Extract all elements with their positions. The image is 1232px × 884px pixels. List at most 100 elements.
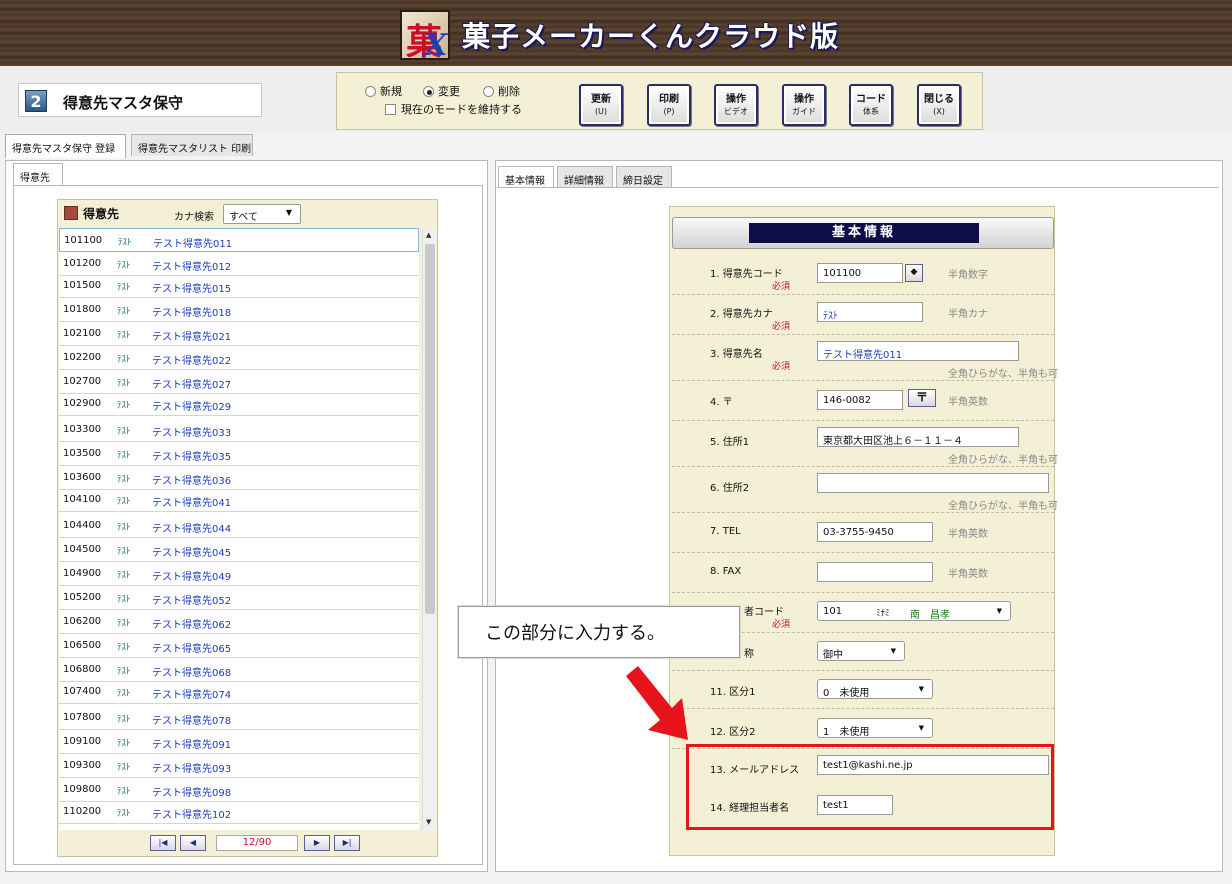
- first-page-button[interactable]: |◀: [150, 835, 176, 851]
- operation-guide-button[interactable]: 操作 ガイド: [782, 84, 826, 126]
- list-item[interactable]: 102200 ﾃｽﾄ テスト得意先022: [59, 346, 419, 370]
- screen-number-badge: 2: [25, 90, 47, 112]
- scroll-down-icon[interactable]: ▼: [426, 818, 431, 826]
- chevron-down-icon: ▼: [285, 208, 292, 217]
- close-button[interactable]: 閉じる (X): [917, 84, 961, 126]
- list-item-kana: ﾃｽﾄ: [117, 355, 131, 365]
- next-page-button[interactable]: ▶: [304, 835, 330, 851]
- tab-basic-info[interactable]: 基本情報: [498, 166, 554, 187]
- list-item[interactable]: 109300 ﾃｽﾄ テスト得意先093: [59, 754, 419, 778]
- tab-register[interactable]: 得意先マスタ保守 登録: [5, 134, 126, 158]
- list-item[interactable]: 101100 ﾃｽﾄ テスト得意先011: [59, 228, 419, 252]
- kana-search-label: カナ検索: [174, 212, 214, 223]
- list-item[interactable]: 103300 ﾃｽﾄ テスト得意先033: [59, 418, 419, 442]
- list-item-kana: ﾃｽﾄ: [117, 619, 131, 629]
- field-row-category1: 11. 区分1 0 未使用 ▼: [672, 671, 1054, 709]
- customer-kana-input[interactable]: ﾃｽﾄ: [817, 302, 923, 322]
- honorific-select[interactable]: 御中 ▼: [817, 641, 905, 661]
- list-item[interactable]: 103500 ﾃｽﾄ テスト得意先035: [59, 442, 419, 466]
- mode-radio-delete-label: 削除: [498, 85, 520, 98]
- list-item[interactable]: 102700 ﾃｽﾄ テスト得意先027: [59, 370, 419, 394]
- update-button[interactable]: 更新 (U): [579, 84, 623, 126]
- list-item-name: テスト得意先052: [152, 596, 232, 607]
- list-item-kana: ﾃｽﾄ: [117, 401, 131, 411]
- list-item-code: 106500: [63, 640, 102, 651]
- tab-detail-info[interactable]: 詳細情報: [557, 166, 613, 187]
- address2-hint: 全角ひらがな、半角も可: [948, 501, 1058, 512]
- customer-code-input[interactable]: 101100: [817, 263, 903, 283]
- list-item-code: 102100: [63, 328, 102, 339]
- radio-circle: [365, 86, 376, 97]
- customer-list: 101100 ﾃｽﾄ テスト得意先011 101200 ﾃｽﾄ テスト得意先012 1015…: [59, 228, 419, 830]
- mode-radio-new[interactable]: 新規: [365, 83, 402, 99]
- list-scrollbar[interactable]: ▲ ▼: [422, 228, 436, 830]
- list-item[interactable]: 101800 ﾃｽﾄ テスト得意先018: [59, 298, 419, 322]
- list-item[interactable]: 107400 ﾃｽﾄ テスト得意先074: [59, 680, 419, 704]
- postal-hint: 半角英数: [948, 397, 988, 408]
- list-item-kana: ﾃｽﾄ: [117, 451, 131, 461]
- code-lookup-button[interactable]: ◆: [905, 264, 923, 282]
- list-item-code: 102900: [63, 398, 102, 409]
- list-item[interactable]: 110200 ﾃｽﾄ テスト得意先102: [59, 800, 419, 824]
- prev-page-button[interactable]: ◀: [180, 835, 206, 851]
- list-item[interactable]: 109800 ﾃｽﾄ テスト得意先098: [59, 778, 419, 802]
- tab-print-list[interactable]: 得意先マスタリスト 印刷: [131, 134, 253, 156]
- list-item[interactable]: 106200 ﾃｽﾄ テスト得意先062: [59, 610, 419, 634]
- list-item-code: 101200: [63, 258, 102, 269]
- list-item[interactable]: 109100 ﾃｽﾄ テスト得意先091: [59, 730, 419, 754]
- list-item[interactable]: 107800 ﾃｽﾄ テスト得意先078: [59, 706, 419, 730]
- list-item[interactable]: 105200 ﾃｽﾄ テスト得意先052: [59, 586, 419, 610]
- keep-mode-checkbox[interactable]: 現在のモードを維持する: [385, 101, 522, 117]
- form-header: 基本情報: [672, 217, 1054, 249]
- list-item[interactable]: 104900 ﾃｽﾄ テスト得意先049: [59, 562, 419, 586]
- staff-code-select[interactable]: 101 ﾐﾅﾐ 南 昌孝 ▼: [817, 601, 1011, 621]
- list-item[interactable]: 101500 ﾃｽﾄ テスト得意先015: [59, 274, 419, 298]
- tel-hint: 半角英数: [948, 529, 988, 540]
- address2-input[interactable]: [817, 473, 1049, 493]
- code-system-button[interactable]: コード 体系: [849, 84, 893, 126]
- list-item[interactable]: 101200 ﾃｽﾄ テスト得意先012: [59, 252, 419, 276]
- category1-label: 11. 区分1: [710, 687, 756, 698]
- address1-input[interactable]: 東京都大田区池上６－１１－４: [817, 427, 1019, 447]
- list-item[interactable]: 103600 ﾃｽﾄ テスト得意先036: [59, 466, 419, 490]
- kana-search-select[interactable]: すべて ▼: [223, 204, 301, 224]
- tel-input[interactable]: 03-3755-9450: [817, 522, 933, 542]
- screen-title-box: 2 得意先マスタ保守: [18, 83, 262, 117]
- scroll-up-icon[interactable]: ▲: [426, 231, 431, 239]
- list-item-name: テスト得意先074: [152, 690, 232, 701]
- list-item-name: テスト得意先093: [152, 764, 232, 775]
- last-page-button[interactable]: ▶|: [334, 835, 360, 851]
- chevron-down-icon: ▼: [918, 685, 924, 693]
- page-indicator: 12/90: [216, 835, 298, 851]
- mode-radio-delete[interactable]: 削除: [483, 83, 520, 99]
- mode-radio-change[interactable]: 変更: [423, 83, 460, 99]
- print-button[interactable]: 印刷 (P): [647, 84, 691, 126]
- category2-select[interactable]: 1 未使用 ▼: [817, 718, 933, 738]
- tab-customer[interactable]: 得意先: [13, 163, 63, 185]
- list-item[interactable]: 106800 ﾃｽﾄ テスト得意先068: [59, 658, 419, 682]
- callout-box: この部分に入力する。: [458, 606, 740, 658]
- radio-circle: [483, 86, 494, 97]
- operation-video-button[interactable]: 操作 ビデオ: [714, 84, 758, 126]
- field-row-address2: 6. 住所2 全角ひらがな、半角も可: [672, 467, 1058, 513]
- fax-input[interactable]: [817, 562, 933, 582]
- postal-input[interactable]: 146-0082: [817, 390, 903, 410]
- list-item-kana: ﾃｽﾄ: [117, 595, 131, 605]
- list-item-code: 101100: [64, 235, 103, 246]
- list-header-icon: [64, 206, 78, 220]
- list-item[interactable]: 104400 ﾃｽﾄ テスト得意先044: [59, 514, 419, 538]
- operation-guide-label: 操作: [794, 94, 814, 105]
- list-item-code: 106800: [63, 664, 102, 675]
- postal-lookup-button[interactable]: 〒: [908, 389, 936, 407]
- list-item[interactable]: 104500 ﾃｽﾄ テスト得意先045: [59, 538, 419, 562]
- category1-select[interactable]: 0 未使用 ▼: [817, 679, 933, 699]
- list-item-kana: ﾃｽﾄ: [117, 571, 131, 581]
- list-item[interactable]: 104100 ﾃｽﾄ テスト得意先041: [59, 488, 419, 512]
- list-item[interactable]: 106500 ﾃｽﾄ テスト得意先065: [59, 634, 419, 658]
- tab-closing-date[interactable]: 締日設定: [616, 166, 672, 187]
- list-item[interactable]: 102100 ﾃｽﾄ テスト得意先021: [59, 322, 419, 346]
- scroll-thumb[interactable]: [425, 244, 435, 614]
- list-item-code: 101800: [63, 304, 102, 315]
- list-item[interactable]: 102900 ﾃｽﾄ テスト得意先029: [59, 392, 419, 416]
- customer-name-input[interactable]: テスト得意先011: [817, 341, 1019, 361]
